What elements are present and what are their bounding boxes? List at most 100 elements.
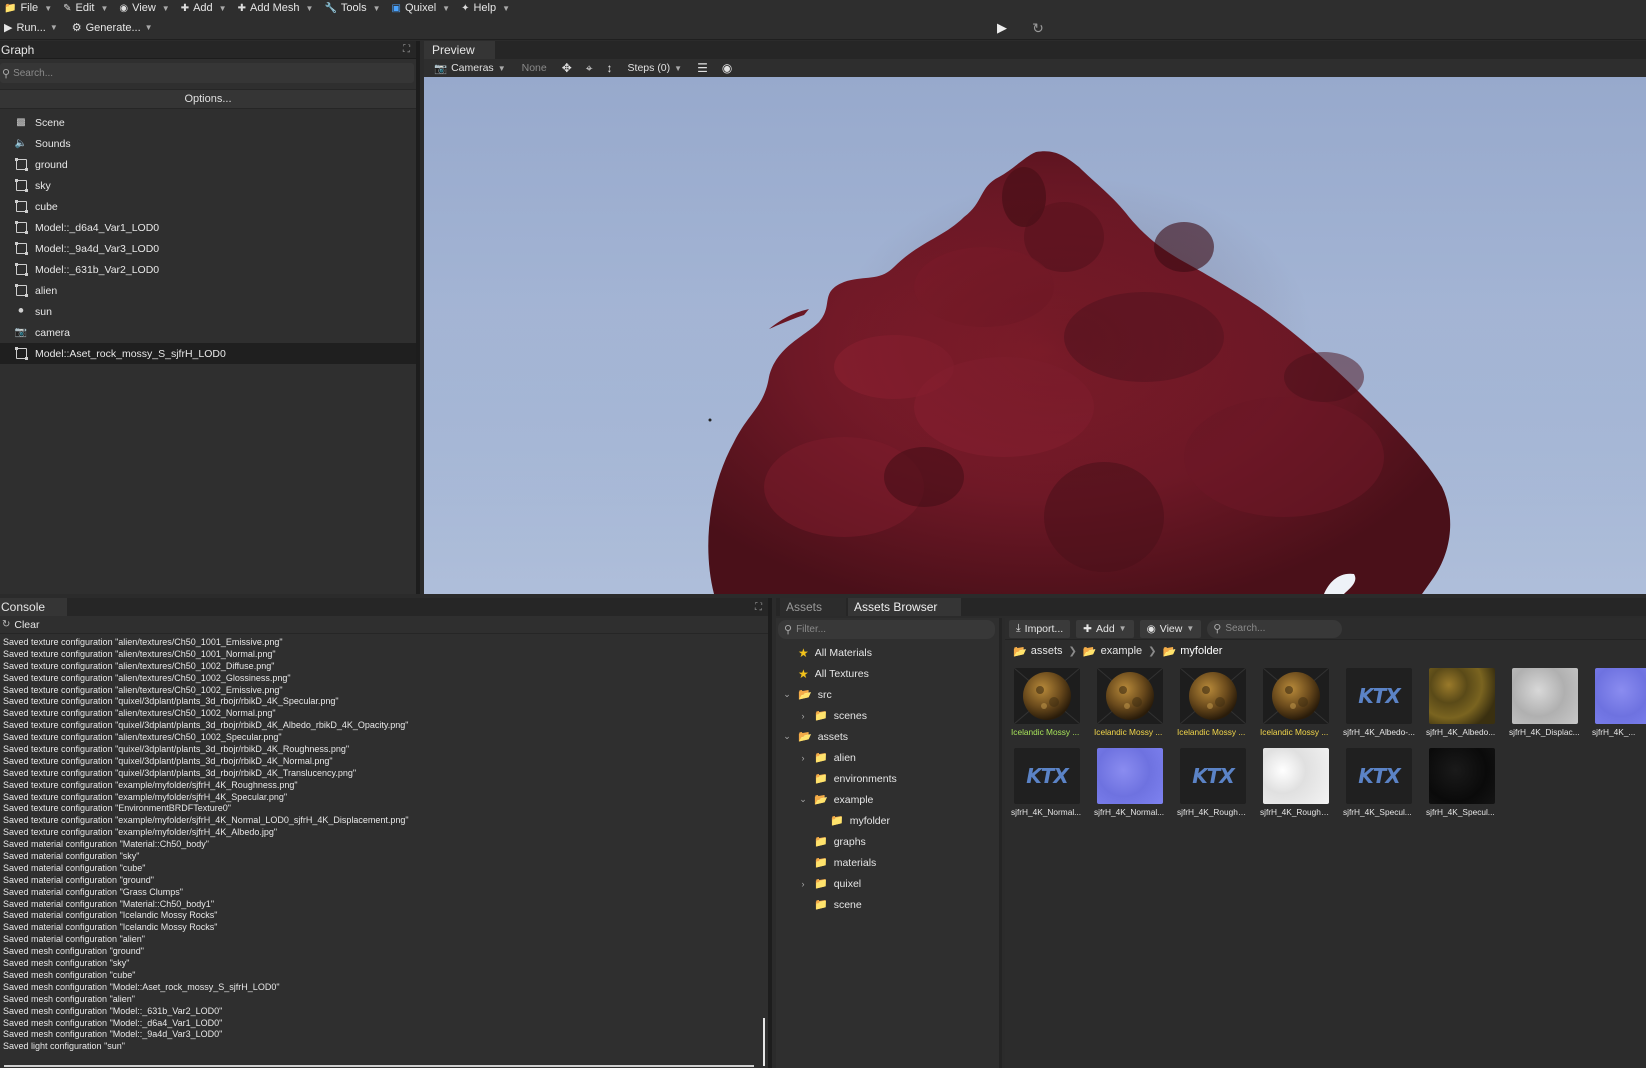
graph-item[interactable]: cube bbox=[0, 196, 416, 217]
tab-preview[interactable]: Preview bbox=[424, 41, 495, 59]
graph-options-button[interactable]: Options... bbox=[0, 89, 416, 109]
menu-add[interactable]: ✚ Add ▼ bbox=[177, 0, 234, 16]
folder-item[interactable]: ★ All Textures bbox=[776, 663, 999, 684]
folder-item[interactable]: ⌄ 📂 assets bbox=[776, 726, 999, 747]
folder-item[interactable]: › 📁 alien bbox=[776, 747, 999, 768]
graph-item[interactable]: ground bbox=[0, 154, 416, 175]
graph-search-input[interactable] bbox=[13, 67, 414, 79]
view-button[interactable]: ◉ View ▼ bbox=[1139, 619, 1202, 638]
graph-item[interactable]: alien bbox=[0, 280, 416, 301]
plus-icon: ✚ bbox=[180, 2, 190, 14]
play-button[interactable]: ▶ bbox=[994, 20, 1010, 36]
menu-lines-icon[interactable]: ☰ bbox=[692, 61, 713, 75]
chevron-icon[interactable]: ⌄ bbox=[798, 794, 808, 805]
graph-item[interactable]: Model::_d6a4_Var1_LOD0 bbox=[0, 217, 416, 238]
asset-item[interactable]: Icelandic Mossy ... bbox=[1011, 668, 1083, 746]
preview-panel: Preview 📷 Cameras ▼ None ✥ ⌖ ↕ Steps (0) ▼ … bbox=[424, 41, 1646, 594]
graph-item[interactable]: ▩ Scene bbox=[0, 112, 416, 133]
move-icon[interactable]: ✥ bbox=[557, 61, 577, 75]
console-line: Saved material configuration "alien" bbox=[3, 934, 145, 945]
chevron-right-icon: ❯ bbox=[1148, 645, 1157, 657]
graph-search[interactable]: ⚲ bbox=[0, 63, 414, 83]
asset-item[interactable]: KTX sjfrH_4K_Normal... bbox=[1011, 748, 1083, 826]
menu-help[interactable]: ✦ Help ▼ bbox=[457, 0, 517, 16]
graph-item[interactable]: Model::_9a4d_Var3_LOD0 bbox=[0, 238, 416, 259]
asset-item[interactable]: sjfrH_4K_Roughn... bbox=[1260, 748, 1332, 826]
folder-item[interactable]: 📁 materials bbox=[776, 852, 999, 873]
graph-item[interactable]: 📷 camera bbox=[0, 322, 416, 343]
graph-item-icon bbox=[14, 158, 28, 171]
menu-edit[interactable]: ✎ Edit ▼ bbox=[59, 0, 115, 16]
folder-item[interactable]: 📁 graphs bbox=[776, 831, 999, 852]
chevron-icon[interactable]: › bbox=[798, 711, 808, 721]
graph-item[interactable]: Model::_631b_Var2_LOD0 bbox=[0, 259, 416, 280]
folder-item[interactable]: 📁 myfolder bbox=[776, 810, 999, 831]
graph-item[interactable]: 🔈 Sounds bbox=[0, 133, 416, 154]
menu-add-mesh[interactable]: ✚ Add Mesh ▼ bbox=[234, 0, 321, 16]
console-scrollbar[interactable] bbox=[763, 1018, 765, 1066]
menu-quixel[interactable]: ▣ Quixel ▼ bbox=[388, 0, 458, 16]
folder-item[interactable]: ★ All Materials bbox=[776, 642, 999, 663]
chevron-icon[interactable]: › bbox=[798, 753, 808, 763]
folder-item[interactable]: 📁 environments bbox=[776, 768, 999, 789]
menu-tools[interactable]: 🔧 Tools ▼ bbox=[320, 0, 387, 16]
add-asset-button[interactable]: ✚ Add ▼ bbox=[1076, 619, 1134, 638]
chevron-icon[interactable]: ⌄ bbox=[782, 731, 792, 742]
graph-item[interactable]: sky bbox=[0, 175, 416, 196]
chevron-icon[interactable]: ⌄ bbox=[782, 689, 792, 700]
assets-filter-input[interactable] bbox=[796, 624, 995, 635]
run-button[interactable]: ▶ Run... ▼ bbox=[0, 21, 68, 35]
breadcrumb-item-myfolder[interactable]: 📂 myfolder bbox=[1163, 645, 1223, 658]
folder-item[interactable]: › 📁 scenes bbox=[776, 705, 999, 726]
asset-item[interactable]: Icelandic Mossy ... bbox=[1177, 668, 1249, 746]
cameras-dropdown[interactable]: 📷 Cameras ▼ bbox=[428, 62, 512, 75]
vertical-arrow-icon[interactable]: ↕ bbox=[602, 61, 618, 75]
asset-item[interactable]: Icelandic Mossy ... bbox=[1094, 668, 1166, 746]
folder-item[interactable]: ⌄ 📂 src bbox=[776, 684, 999, 705]
target-icon[interactable]: ⌖ bbox=[581, 61, 598, 76]
asset-item[interactable]: sjfrH_4K_... bbox=[1592, 668, 1646, 746]
graph-item[interactable]: Model::Aset_rock_mossy_S_sjfrH_LOD0 bbox=[0, 343, 416, 364]
asset-caption: sjfrH_4K_Albedo... bbox=[1426, 727, 1496, 737]
console-line: Saved texture configuration "example/myf… bbox=[3, 827, 278, 838]
breadcrumb-item-assets[interactable]: 📂 assets bbox=[1013, 645, 1063, 658]
asset-item[interactable]: KTX sjfrH_4K_Albedo-... bbox=[1343, 668, 1415, 746]
console-line: Saved texture configuration "example/myf… bbox=[3, 815, 409, 826]
asset-item[interactable]: KTX sjfrH_4K_Roughn... bbox=[1177, 748, 1249, 826]
console-horizontal-scrollbar[interactable] bbox=[4, 1065, 754, 1067]
ktx-logo: KTX bbox=[1358, 764, 1401, 788]
tab-console[interactable]: Console bbox=[0, 598, 68, 616]
breadcrumb-item-example[interactable]: 📂 example bbox=[1083, 645, 1142, 658]
folder-label: graphs bbox=[833, 835, 866, 848]
generate-button[interactable]: ⚙ Generate... ▼ bbox=[68, 21, 163, 35]
reset-button[interactable]: ↻ bbox=[1030, 20, 1046, 36]
folder-label: scene bbox=[833, 898, 862, 911]
folder-item[interactable]: 📁 scene bbox=[776, 894, 999, 915]
asset-item[interactable]: sjfrH_4K_Albedo... bbox=[1426, 668, 1498, 746]
menu-view[interactable]: ◉ View ▼ bbox=[115, 0, 176, 16]
import-button[interactable]: ⤓ Import... bbox=[1009, 619, 1071, 638]
chevron-icon[interactable]: › bbox=[798, 879, 808, 889]
asset-item[interactable]: sjfrH_4K_Displac... bbox=[1509, 668, 1581, 746]
asset-item[interactable]: KTX sjfrH_4K_Specul... bbox=[1343, 748, 1415, 826]
eye-icon[interactable]: ◉ bbox=[717, 61, 737, 75]
node-icon bbox=[14, 221, 28, 234]
assets-search-input[interactable] bbox=[1225, 623, 1343, 634]
asset-item[interactable]: sjfrH_4K_Specul... bbox=[1426, 748, 1498, 826]
assets-search[interactable]: ⚲ bbox=[1207, 619, 1343, 638]
console-clear-button[interactable]: ↻ Clear bbox=[0, 616, 768, 634]
tab-assets[interactable]: Assets bbox=[780, 598, 847, 616]
preview-viewport[interactable] bbox=[424, 77, 1646, 594]
asset-item[interactable]: Icelandic Mossy ... bbox=[1260, 668, 1332, 746]
steps-dropdown[interactable]: Steps (0) ▼ bbox=[622, 62, 689, 74]
folder-item[interactable]: › 📁 quixel bbox=[776, 873, 999, 894]
assets-filter[interactable]: ⚲ bbox=[778, 620, 995, 639]
tab-assets-browser[interactable]: Assets Browser bbox=[848, 598, 962, 616]
graph-item[interactable]: ⚫ sun bbox=[0, 301, 416, 322]
expand-icon[interactable]: ⛶ bbox=[755, 602, 762, 613]
folder-icon: 📁 bbox=[814, 857, 828, 869]
folder-item[interactable]: ⌄ 📂 example bbox=[776, 789, 999, 810]
menu-file[interactable]: 📁 File ▼ bbox=[0, 0, 59, 16]
expand-icon[interactable]: ⛶ bbox=[403, 44, 410, 55]
asset-item[interactable]: sjfrH_4K_Normal... bbox=[1094, 748, 1166, 826]
